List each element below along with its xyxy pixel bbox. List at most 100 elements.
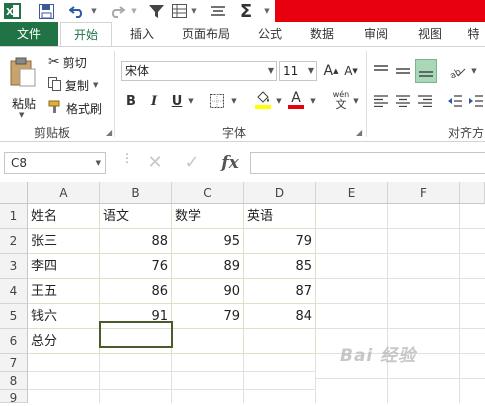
cancel-button[interactable]: ✕ [143,151,167,175]
cell-b1[interactable]: 语文 [100,204,172,229]
tab-special[interactable]: 特 [462,22,485,46]
alignment-group-label: 对齐方 [448,126,485,140]
cell-a6[interactable]: 总分 [28,329,100,354]
cell-c4[interactable]: 90 [172,279,244,304]
cell-a5[interactable]: 钱六 [28,304,100,329]
tab-home[interactable]: 开始 [60,22,112,47]
cell-d3[interactable]: 85 [244,254,316,279]
tab-view[interactable]: 视图 [408,22,452,46]
row-header-6[interactable]: 6 [0,329,28,354]
chevron-down-icon[interactable]: ▼ [275,91,283,111]
chevron-down-icon[interactable]: ▼ [470,61,478,81]
decrease-indent-button[interactable] [446,91,464,111]
align-bottom-button[interactable] [415,59,437,83]
column-header-f[interactable]: F [388,182,460,204]
chevron-down-icon[interactable]: ▼ [130,1,138,21]
redo-icon[interactable] [106,1,128,21]
chevron-down-icon[interactable]: ▼ [309,91,317,111]
row-header-3[interactable]: 3 [0,254,28,279]
name-box[interactable]: C8 ▼ [4,152,106,174]
column-header-c[interactable]: C [172,182,244,204]
format-painter-button[interactable]: 格式刷 [48,99,118,117]
empty-rows-region[interactable] [28,354,316,403]
align-icon[interactable] [208,1,228,21]
cell-c3[interactable]: 89 [172,254,244,279]
align-middle-button[interactable] [394,61,412,81]
column-header-e[interactable]: E [316,182,388,204]
font-name-dropdown[interactable]: 宋体 ▼ [121,61,277,81]
cell-a3[interactable]: 李四 [28,254,100,279]
column-header-d[interactable]: D [244,182,316,204]
align-left-button[interactable] [372,91,390,111]
filter-icon[interactable] [146,1,166,21]
column-header-g[interactable] [460,182,485,204]
cell-b2[interactable]: 88 [100,229,172,254]
copy-button[interactable]: 复制 ▼ [48,76,118,94]
enter-button[interactable]: ✓ [180,151,204,175]
font-size-dropdown[interactable]: 11 ▼ [279,61,317,81]
border-button[interactable] [208,91,226,111]
insert-function-button[interactable]: fx [216,151,244,175]
formula-input[interactable] [250,152,485,174]
tab-data[interactable]: 数据 [300,22,344,46]
tab-insert[interactable]: 插入 [120,22,164,46]
row-header-7[interactable]: 7 [0,354,28,372]
cell-c2[interactable]: 95 [172,229,244,254]
sigma-icon[interactable]: Σ [236,1,256,22]
column-header-b[interactable]: B [100,182,172,204]
cell-b3[interactable]: 76 [100,254,172,279]
cell-d5[interactable]: 84 [244,304,316,329]
cell-a1[interactable]: 姓名 [28,204,100,229]
chevron-down-icon[interactable]: ▼ [352,91,360,111]
tab-page-layout[interactable]: 页面布局 [172,22,240,46]
cell-c1[interactable]: 数学 [172,204,244,229]
tab-formulas[interactable]: 公式 [248,22,292,46]
save-icon[interactable] [36,1,56,21]
cut-button[interactable]: ✂ 剪切 [48,53,108,71]
align-top-button[interactable] [372,61,390,81]
row-header-2[interactable]: 2 [0,229,28,254]
chevron-down-icon[interactable]: ▼ [187,91,195,111]
row-header-9[interactable]: 9 [0,390,28,405]
shrink-font-button[interactable]: A ▼ [342,61,360,81]
row-header-4[interactable]: 4 [0,279,28,304]
undo-icon[interactable] [66,1,88,21]
cell-a4[interactable]: 王五 [28,279,100,304]
paste-button[interactable]: 粘贴 ▼ [6,55,40,119]
align-center-button[interactable] [394,91,412,111]
chevron-down-icon[interactable]: ▼ [230,91,238,111]
row-header-1[interactable]: 1 [0,204,28,229]
dialog-launcher-icon[interactable]: ◢ [106,128,112,137]
chevron-down-icon[interactable]: ▼ [90,1,98,21]
fill-color-button[interactable] [253,89,273,111]
cell-a2[interactable]: 张三 [28,229,100,254]
cell-c6[interactable] [172,329,244,354]
cell-c5[interactable]: 79 [172,304,244,329]
form-icon[interactable] [170,1,188,21]
watermark-text: Bai 经验 [340,346,417,366]
align-right-button[interactable] [416,91,434,111]
orientation-button[interactable]: ab [446,61,468,81]
dialog-launcher-icon[interactable]: ◢ [356,128,362,137]
row-header-8[interactable]: 8 [0,372,28,390]
empty-cells-region[interactable] [316,204,485,403]
cell-d6[interactable] [244,329,316,354]
tab-file[interactable]: 文件 [0,22,58,46]
select-all-corner[interactable] [0,182,28,204]
grow-font-button[interactable]: A ▲ [322,61,340,81]
tab-review[interactable]: 审阅 [354,22,398,46]
row-header-5[interactable]: 5 [0,304,28,329]
chevron-down-icon[interactable]: ▼ [263,1,271,21]
cell-b4[interactable]: 86 [100,279,172,304]
bold-button[interactable]: B [122,91,140,111]
column-header-a[interactable]: A [28,182,100,204]
cell-d4[interactable]: 87 [244,279,316,304]
cell-d1[interactable]: 英语 [244,204,316,229]
phonetic-guide-button[interactable]: wén 文 [330,89,352,111]
italic-button[interactable]: I [145,91,163,111]
underline-button[interactable]: U [168,91,186,111]
font-color-button[interactable]: A [287,89,305,111]
cell-d2[interactable]: 79 [244,229,316,254]
chevron-down-icon[interactable]: ▼ [190,1,198,21]
increase-indent-button[interactable] [467,91,485,111]
